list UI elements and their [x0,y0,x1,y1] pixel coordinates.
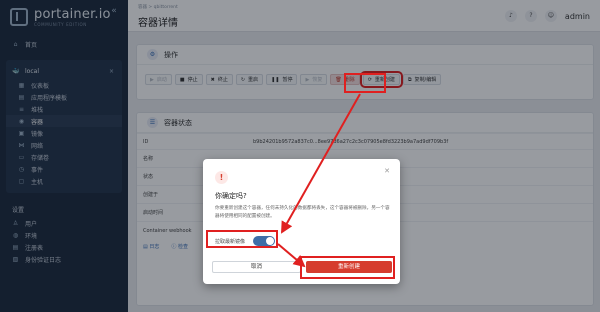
arrow-to-toggle [281,93,361,234]
arrow-to-confirm [277,243,306,268]
annotation-arrows [277,93,361,268]
